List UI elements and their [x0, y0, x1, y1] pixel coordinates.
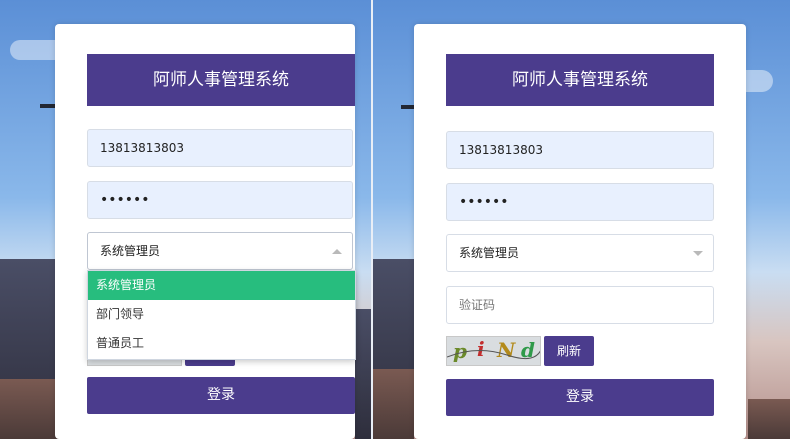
- role-option[interactable]: 系统管理员: [88, 271, 355, 300]
- captcha-image[interactable]: p i N d: [446, 336, 541, 366]
- page-title: 阿师人事管理系统: [446, 54, 714, 106]
- role-select-value: 系统管理员: [100, 244, 161, 258]
- role-select[interactable]: 系统管理员: [446, 234, 714, 272]
- page-title: 阿师人事管理系统: [87, 54, 355, 106]
- captcha-input[interactable]: 验证码: [446, 286, 714, 324]
- password-field[interactable]: ••••••: [446, 183, 714, 221]
- login-card-left: 阿师人事管理系统 13813813803 •••••• 系统管理员 系统管理员 …: [55, 24, 356, 439]
- captcha-noise: [447, 350, 540, 360]
- chevron-down-icon: [693, 251, 703, 256]
- phone-field[interactable]: 13813813803: [446, 131, 714, 169]
- panel-divider: [371, 0, 373, 439]
- login-card-right: 阿师人事管理系统 13813813803 •••••• 系统管理员 验证码 p …: [414, 24, 746, 439]
- role-select[interactable]: 系统管理员: [87, 232, 353, 270]
- login-button[interactable]: 登录: [446, 379, 714, 416]
- login-button[interactable]: 登录: [87, 377, 355, 414]
- password-field[interactable]: ••••••: [87, 181, 353, 219]
- phone-field[interactable]: 13813813803: [87, 129, 353, 167]
- refresh-button[interactable]: 刷新: [544, 336, 594, 366]
- role-option[interactable]: 普通员工: [88, 329, 355, 358]
- role-option[interactable]: 部门领导: [88, 300, 355, 329]
- caret-up-icon: [332, 249, 342, 254]
- captcha-placeholder: 验证码: [459, 298, 496, 312]
- role-dropdown: 系统管理员 部门领导 普通员工: [87, 270, 356, 360]
- role-select-value: 系统管理员: [459, 246, 520, 260]
